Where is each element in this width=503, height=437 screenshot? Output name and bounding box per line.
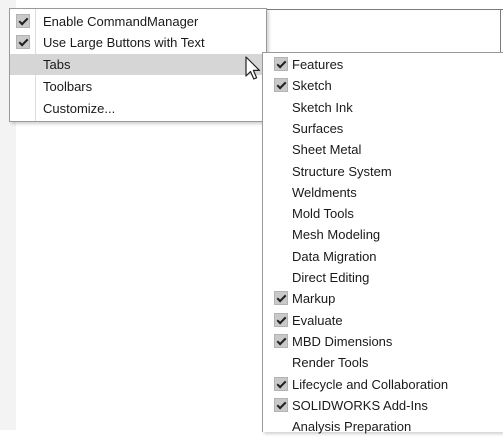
tab-item-label: Features xyxy=(292,57,344,72)
tab-item-label: Render Tools xyxy=(292,355,369,371)
checkmark-icon xyxy=(16,14,30,28)
menu-item-toolbars[interactable]: Toolbars xyxy=(10,76,266,97)
tab-item-label: Surfaces xyxy=(292,120,344,136)
tab-item-label: Markup xyxy=(292,291,336,307)
commandmanager-context-menu: Enable CommandManager Use Large Buttons … xyxy=(9,8,267,122)
menu-item-label: Toolbars xyxy=(43,79,93,94)
menu-item-label: Customize... xyxy=(43,101,116,116)
tab-item-structure-system[interactable]: Structure System xyxy=(263,161,503,182)
checkmark-icon xyxy=(274,376,288,391)
checkmark-icon xyxy=(274,312,288,327)
menu-item-label: Enable CommandManager xyxy=(43,14,199,29)
tab-item-sketch[interactable]: Sketch xyxy=(263,75,503,96)
tab-item-label: Sketch xyxy=(292,78,332,94)
tab-item-analysis-preparation[interactable]: Analysis Preparation xyxy=(263,416,503,437)
tab-item-label: Sheet Metal xyxy=(292,142,362,158)
tab-item-label: SOLIDWORKS Add-Ins xyxy=(292,397,428,413)
menu-item-tabs[interactable]: Tabs xyxy=(10,54,266,75)
tab-item-label: Mesh Modeling xyxy=(292,227,381,243)
tab-item-mold-tools[interactable]: Mold Tools xyxy=(263,203,503,224)
menu-item-enable-commandmanager[interactable]: Enable CommandManager xyxy=(10,11,266,32)
tab-item-weldments[interactable]: Weldments xyxy=(263,182,503,203)
checkmark-icon xyxy=(274,57,288,71)
tab-item-label: MBD Dimensions xyxy=(292,333,393,349)
tabs-submenu: Features Sketch Sketch Ink Surfaces Shee… xyxy=(262,52,503,434)
menu-item-use-large-buttons[interactable]: Use Large Buttons with Text xyxy=(10,32,266,53)
checkmark-icon xyxy=(274,78,288,93)
menu-item-customize[interactable]: Customize... xyxy=(10,98,266,119)
tab-item-direct-editing[interactable]: Direct Editing xyxy=(263,267,503,288)
tab-item-lifecycle-collaboration[interactable]: Lifecycle and Collaboration xyxy=(263,374,503,395)
tab-item-solidworks-add-ins[interactable]: SOLIDWORKS Add-Ins xyxy=(263,395,503,416)
checkmark-icon xyxy=(274,333,288,348)
tab-item-mesh-modeling[interactable]: Mesh Modeling xyxy=(263,224,503,245)
tab-item-evaluate[interactable]: Evaluate xyxy=(263,310,503,331)
tab-item-surfaces[interactable]: Surfaces xyxy=(263,118,503,139)
menu-item-label: Use Large Buttons with Text xyxy=(43,35,205,50)
tab-item-label: Lifecycle and Collaboration xyxy=(292,376,449,392)
tab-item-render-tools[interactable]: Render Tools xyxy=(263,352,503,373)
tab-item-label: Structure System xyxy=(292,163,392,179)
tab-item-mbd-dimensions[interactable]: MBD Dimensions xyxy=(263,331,503,352)
tab-item-label: Evaluate xyxy=(292,312,343,328)
tab-item-features[interactable]: Features xyxy=(263,54,503,75)
checkmark-icon xyxy=(16,35,30,49)
tab-item-label: Mold Tools xyxy=(292,206,354,222)
tab-item-label: Direct Editing xyxy=(292,270,370,285)
tab-item-sketch-ink[interactable]: Sketch Ink xyxy=(263,97,503,118)
tab-item-label: Data Migration xyxy=(292,248,377,264)
tab-item-label: Analysis Preparation xyxy=(292,419,412,435)
tab-item-markup[interactable]: Markup xyxy=(263,288,503,309)
tab-item-data-migration[interactable]: Data Migration xyxy=(263,246,503,267)
tab-item-label: Sketch Ink xyxy=(292,99,353,115)
checkmark-icon xyxy=(274,291,288,306)
tab-item-sheet-metal[interactable]: Sheet Metal xyxy=(263,139,503,160)
tab-item-label: Weldments xyxy=(292,184,357,200)
menu-item-label: Tabs xyxy=(43,57,71,72)
checkmark-icon xyxy=(274,397,288,412)
background-divider xyxy=(267,9,503,10)
mouse-pointer-icon xyxy=(245,56,261,80)
